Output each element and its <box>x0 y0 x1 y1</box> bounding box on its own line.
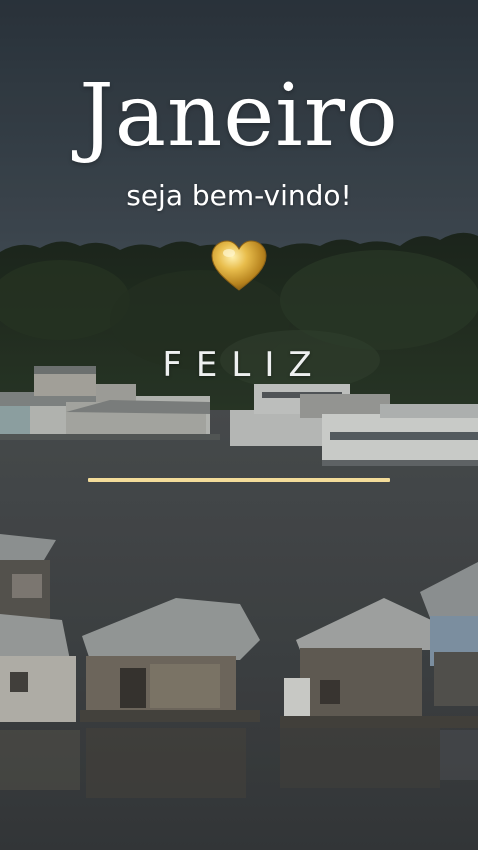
gold-heart-icon <box>211 240 267 291</box>
story-canvas: Janeiro seja bem-vindo! FELIZ <box>0 0 478 850</box>
welcome-subtitle: seja bem-vindo! <box>126 179 352 212</box>
month-title: Janeiro <box>79 66 399 166</box>
feliz-word: FELIZ <box>162 345 326 385</box>
divider-line <box>88 478 390 482</box>
